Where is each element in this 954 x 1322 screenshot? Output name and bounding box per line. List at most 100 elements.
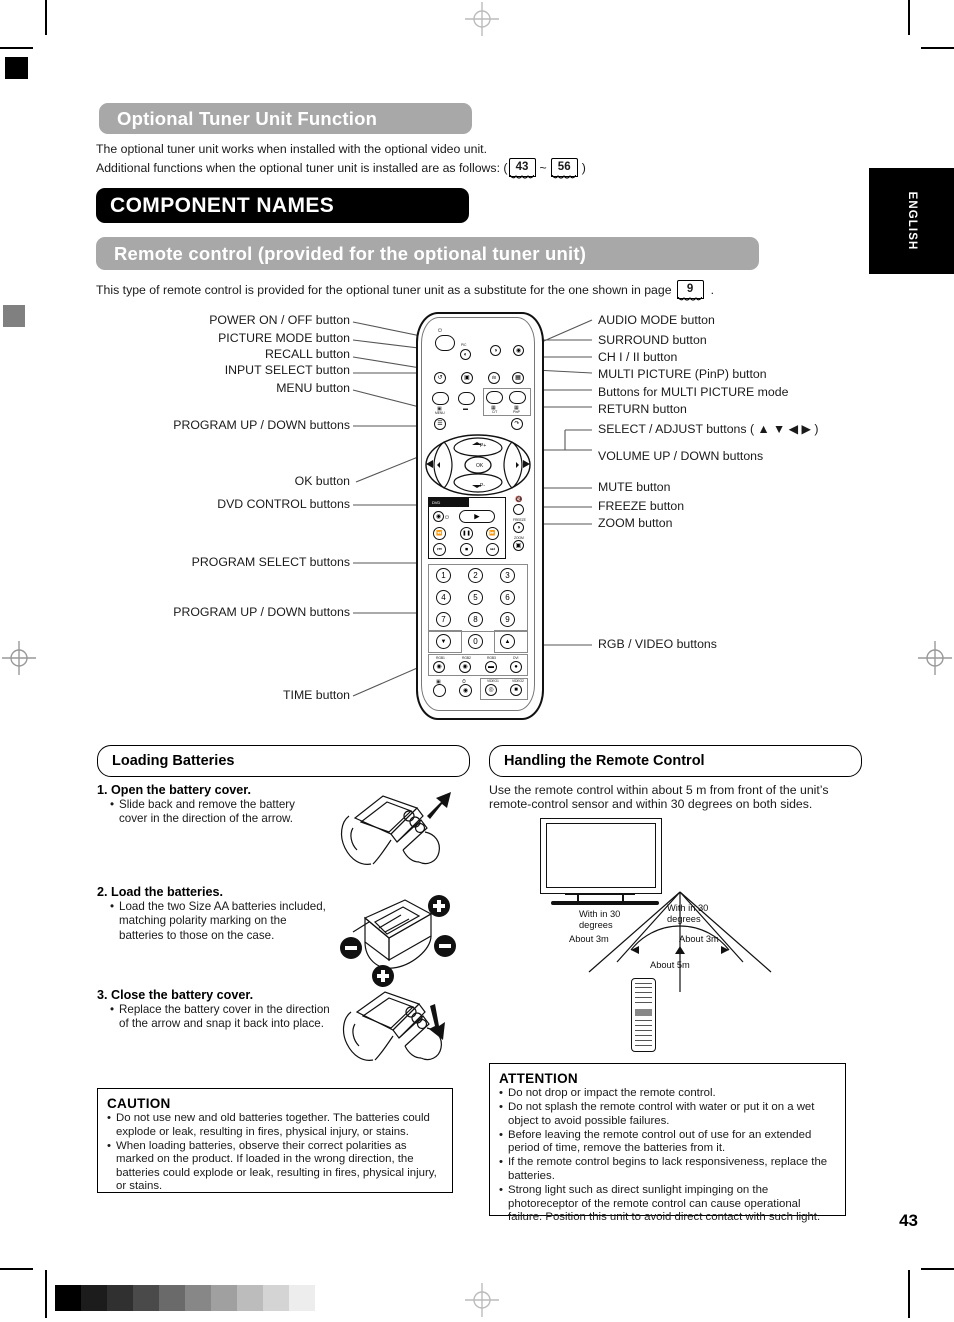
callout-label: PROGRAM SELECT buttons	[191, 555, 350, 569]
video1-glyph: ◎	[488, 687, 494, 693]
program-select-button-0[interactable]: 0	[468, 634, 483, 649]
program-select-button-5[interactable]: 5	[468, 590, 483, 605]
callout-label: PROGRAM UP / DOWN buttons	[173, 418, 350, 432]
surround-button[interactable]: ◉	[513, 345, 524, 356]
program-select-button-7[interactable]: 7	[436, 612, 451, 627]
dvi-button[interactable]: ●	[510, 661, 522, 673]
heading-component-names-label: COMPONENT NAMES	[110, 193, 335, 217]
heading-remote-control-label: Remote control (provided for the optiona…	[114, 242, 587, 264]
key-label: 6	[505, 592, 510, 602]
wide-button[interactable]	[458, 392, 475, 405]
step-body-text: Slide back and remove the battery cover …	[119, 798, 295, 826]
dvd-stop-button[interactable]: ■	[460, 543, 473, 556]
rgb3-button[interactable]: ▬	[485, 661, 497, 673]
dvd-play-button[interactable]: ▶	[459, 510, 495, 523]
attention-list: Do not drop or impact the remote control…	[499, 1087, 836, 1225]
dvd-pause-button[interactable]: ❚❚	[460, 527, 473, 540]
rgb2-button[interactable]: ◉	[459, 661, 471, 673]
video2-button[interactable]: ■	[510, 684, 522, 696]
picture-mode-glyph: ◐	[463, 351, 468, 358]
program-select-button-3[interactable]: 3	[500, 568, 515, 583]
menu-button[interactable]: ☰	[434, 418, 446, 430]
range-text: degrees	[667, 914, 701, 924]
dvd-rewind-button[interactable]: ⏪	[433, 527, 446, 540]
dvd-power-micro: ⏻	[445, 515, 449, 521]
return-button[interactable]: ↷	[511, 418, 523, 430]
battery-step-2-body: Load the two Size AA batteries included,…	[110, 900, 334, 943]
ct-micro-label: C/T	[492, 410, 498, 414]
mute-button[interactable]	[513, 504, 524, 515]
multi-picture-mode-button-pinp[interactable]	[509, 391, 526, 404]
zoom-button[interactable]: ▣	[513, 540, 524, 551]
manual-page: ENGLISH Optional Tuner Unit Function The…	[0, 0, 954, 1318]
step-heading-text: 3. Close the battery cover.	[97, 988, 254, 1002]
svg-text:OK: OK	[476, 463, 484, 469]
caution-list: Do not use new and old batteries togethe…	[107, 1112, 443, 1194]
key-label: 7	[441, 614, 446, 624]
callout-label: TIME button	[283, 688, 350, 702]
range-text: About 3m	[569, 934, 609, 944]
dvd-previous-button[interactable]: ⏮	[433, 543, 446, 556]
mini-remote-row	[635, 1002, 652, 1004]
callout-audio-mode: AUDIO MODE button	[598, 313, 715, 327]
picture-mode-button[interactable]: ◐	[460, 349, 471, 360]
program-select-button-2[interactable]: 2	[468, 568, 483, 583]
fast-forward-icon: ⏩	[489, 530, 496, 536]
illustration-close-battery-cover	[342, 991, 445, 1061]
ch-i-ii-button[interactable]: I/II	[488, 372, 500, 384]
crop-mark-bottom-right-v	[908, 1270, 910, 1318]
audio-mode-button[interactable]: ◑	[490, 345, 501, 356]
dvd-panel-label: DVD	[432, 500, 441, 505]
power-on-off-button[interactable]	[435, 335, 455, 351]
grayscale-patch	[55, 1285, 81, 1311]
dvd-fast-forward-button[interactable]: ⏩	[486, 527, 499, 540]
mini-remote-row	[635, 997, 652, 999]
multi-picture-pinp-button[interactable]: ▦	[512, 372, 524, 384]
time-button[interactable]: ◉	[459, 684, 472, 697]
rgb1-button[interactable]: ◉	[433, 661, 445, 673]
section-title-loading-batteries: Loading Batteries	[97, 745, 470, 777]
dvd-next-button[interactable]: ⏭	[486, 543, 499, 556]
grayscale-patch	[133, 1285, 159, 1311]
illustration-load-batteries	[340, 895, 456, 987]
program-select-button-6[interactable]: 6	[500, 590, 515, 605]
program-select-button-9[interactable]: 9	[500, 612, 515, 627]
video1-button[interactable]: ◎	[485, 684, 497, 696]
freeze-button[interactable]: ◑	[513, 522, 524, 533]
handling-intro-line-2: remote-control sensor and within 30 degr…	[489, 797, 812, 813]
range-label-center-distance: About 5m	[650, 960, 690, 971]
recall-glyph: ↺	[437, 375, 443, 381]
picture-mode-micro-label: PIC	[461, 343, 467, 347]
menu-glyph: ☰	[437, 421, 443, 427]
mute-micro-icon: 🔇	[515, 497, 523, 503]
video2-micro-label: VIDEO2	[512, 679, 524, 683]
range-text: With in 30	[667, 903, 709, 913]
intro-line-2-post: )	[581, 161, 586, 175]
crop-mark-top-left-h	[0, 47, 33, 49]
recall-button[interactable]: ↺	[434, 372, 446, 384]
page-ref-icon-56[interactable]: 56	[550, 158, 578, 179]
program-up-group	[494, 630, 528, 653]
program-select-button-8[interactable]: 8	[468, 612, 483, 627]
attention-item: Do not splash the remote control with wa…	[499, 1101, 836, 1128]
freeze-glyph: ◑	[516, 524, 521, 531]
range-text: With in 30	[579, 909, 621, 919]
dvd-power-button[interactable]: ◉	[433, 511, 444, 522]
multi-picture-mode-button-ct[interactable]	[486, 391, 503, 404]
mini-remote-panel	[635, 1009, 652, 1016]
page-ref-icon-9[interactable]: 9	[676, 280, 704, 301]
callout-label: RETURN button	[598, 402, 687, 416]
callout-label: VOLUME UP / DOWN buttons	[598, 449, 764, 463]
input-select-button[interactable]: ▣	[461, 372, 473, 384]
page-ref-icon-43[interactable]: 43	[508, 158, 536, 179]
program-select-button-4[interactable]: 4	[436, 590, 451, 605]
section-title-handling-remote: Handling the Remote Control	[489, 745, 862, 777]
sleep-button[interactable]	[432, 392, 449, 405]
callout-label: AUDIO MODE button	[598, 313, 715, 327]
display-button[interactable]	[433, 684, 446, 697]
surround-glyph: ◉	[515, 347, 522, 354]
program-select-button-1[interactable]: 1	[436, 568, 451, 583]
battery-step-1-body: Slide back and remove the battery cover …	[110, 798, 319, 827]
zoom-glyph: ▣	[515, 542, 522, 549]
key-label: 8	[473, 614, 478, 624]
